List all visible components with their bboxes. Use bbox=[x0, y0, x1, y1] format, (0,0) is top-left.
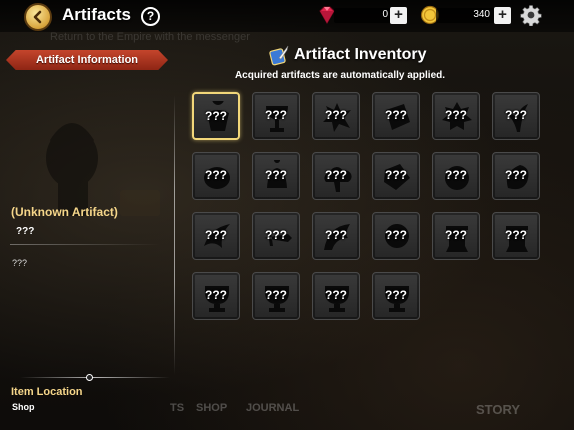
artifact-slot[interactable]: ??? bbox=[312, 272, 360, 320]
add-gold-button[interactable]: + bbox=[494, 7, 511, 24]
artifact-slot-label: ??? bbox=[385, 108, 407, 122]
artifact-slot-label: ??? bbox=[265, 288, 287, 302]
artifact-slot-label: ??? bbox=[325, 228, 347, 242]
artifact-slot[interactable]: ??? bbox=[192, 272, 240, 320]
gem-count: 0 bbox=[382, 9, 388, 20]
artifact-slot-label: ??? bbox=[205, 228, 227, 242]
artifact-slot-label: ??? bbox=[265, 228, 287, 242]
artifact-slot-label: ??? bbox=[205, 288, 227, 302]
scroll-handle[interactable] bbox=[86, 374, 93, 381]
artifact-slot-label: ??? bbox=[505, 228, 527, 242]
artifact-slot[interactable]: ??? bbox=[492, 152, 540, 200]
chevron-left-icon bbox=[33, 10, 42, 24]
nav-partial-label: TS bbox=[170, 402, 185, 414]
artifact-slot-label: ??? bbox=[265, 108, 287, 122]
back-button[interactable] bbox=[24, 3, 52, 31]
page-title: Artifacts bbox=[62, 5, 131, 24]
artifact-slot-label: ??? bbox=[445, 168, 467, 182]
artifact-slot[interactable]: ??? bbox=[192, 92, 240, 140]
artifact-slot-label: ??? bbox=[325, 108, 347, 122]
artifact-slot[interactable]: ??? bbox=[372, 92, 420, 140]
gem-currency: 0 + bbox=[316, 6, 412, 24]
artifact-slot-label: ??? bbox=[505, 168, 527, 182]
artifact-slot[interactable]: ??? bbox=[312, 92, 360, 140]
artifact-slot[interactable]: ??? bbox=[432, 152, 480, 200]
artifact-slot-label: ??? bbox=[205, 109, 227, 123]
top-bar: Artifacts ? 0 + 340 + bbox=[0, 0, 574, 32]
settings-gear-icon[interactable] bbox=[520, 4, 542, 26]
artifact-slot-label: ??? bbox=[505, 108, 527, 122]
gold-currency: 340 + bbox=[420, 5, 516, 25]
scroll-track[interactable] bbox=[20, 377, 170, 378]
quill-book-icon bbox=[269, 45, 289, 66]
artifact-slot-label: ??? bbox=[325, 168, 347, 182]
artifact-slot[interactable]: ??? bbox=[312, 152, 360, 200]
artifact-slot[interactable]: ??? bbox=[192, 212, 240, 260]
panel-divider bbox=[174, 95, 175, 375]
artifact-subname: ??? bbox=[16, 226, 35, 237]
nav-journal-label: JOURNAL bbox=[246, 402, 300, 414]
add-gems-button[interactable]: + bbox=[390, 7, 407, 24]
background-quest-text: Return to the Empire with the messenger bbox=[50, 31, 250, 43]
artifact-slot[interactable]: ??? bbox=[492, 212, 540, 260]
divider bbox=[10, 244, 160, 245]
artifact-slot-label: ??? bbox=[445, 228, 467, 242]
banner-label: Artifact Information bbox=[35, 54, 139, 66]
gold-count: 340 bbox=[473, 9, 490, 20]
artifact-slot[interactable]: ??? bbox=[192, 152, 240, 200]
item-location-value: Shop bbox=[12, 402, 35, 412]
artifact-slot-label: ??? bbox=[445, 108, 467, 122]
artifact-slot[interactable]: ??? bbox=[312, 212, 360, 260]
item-location-title: Item Location bbox=[11, 386, 83, 398]
inventory-subtitle: Acquired artifacts are automatically app… bbox=[234, 70, 446, 81]
artifact-slot-label: ??? bbox=[385, 288, 407, 302]
artifact-slot[interactable]: ??? bbox=[492, 92, 540, 140]
artifact-slot-label: ??? bbox=[205, 168, 227, 182]
artifact-slot[interactable]: ??? bbox=[252, 212, 300, 260]
artifact-slot[interactable]: ??? bbox=[372, 272, 420, 320]
inventory-header: Artifact Inventory bbox=[268, 44, 426, 66]
artifact-slot[interactable]: ??? bbox=[372, 212, 420, 260]
artifact-preview-silhouette bbox=[46, 123, 160, 216]
inventory-title: Artifact Inventory bbox=[294, 46, 427, 63]
artifact-slot-label: ??? bbox=[385, 228, 407, 242]
nav-story-label: STORY bbox=[476, 402, 521, 417]
artifact-slot-label: ??? bbox=[265, 168, 287, 182]
artifact-slot-label: ??? bbox=[385, 168, 407, 182]
artifact-slot[interactable]: ??? bbox=[252, 272, 300, 320]
artifact-name: (Unknown Artifact) bbox=[11, 205, 118, 219]
artifact-slot[interactable]: ??? bbox=[252, 92, 300, 140]
artifact-slot[interactable]: ??? bbox=[372, 152, 420, 200]
artifact-slot[interactable]: ??? bbox=[252, 152, 300, 200]
help-button[interactable]: ? bbox=[141, 7, 160, 26]
artifact-slot[interactable]: ??? bbox=[432, 212, 480, 260]
artifact-description: ??? bbox=[12, 258, 28, 268]
artifact-slot[interactable]: ??? bbox=[432, 92, 480, 140]
artifact-information-banner: Artifact Information bbox=[6, 50, 168, 70]
artifact-slot-label: ??? bbox=[325, 288, 347, 302]
nav-shop-label: SHOP bbox=[196, 402, 228, 414]
